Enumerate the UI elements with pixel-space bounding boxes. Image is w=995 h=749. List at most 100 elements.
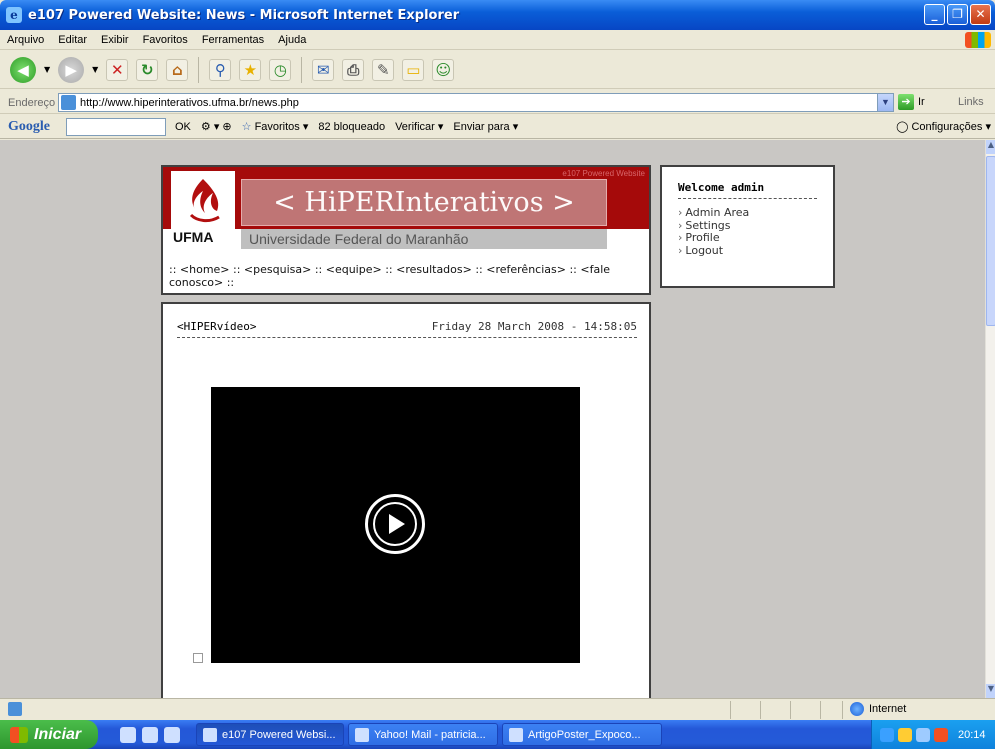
page-viewport: e107 Powered Website UFMA < HiPERInterat…	[0, 140, 985, 698]
mail-button[interactable]: ✉	[312, 58, 335, 81]
chevron-right-icon: ›	[678, 243, 683, 257]
favorites-star-button[interactable]: ★	[239, 58, 262, 81]
clock[interactable]: 20:14	[958, 729, 986, 741]
network-icon[interactable]	[880, 727, 894, 742]
task-label: ArtigoPoster_Expoco...	[528, 728, 641, 741]
menu-ajuda[interactable]: Ajuda	[271, 34, 313, 46]
google-logo[interactable]: Google	[0, 119, 66, 135]
page-icon	[61, 95, 76, 110]
windows-flag-icon	[10, 726, 28, 743]
forward-dropdown-icon[interactable]: ▼	[92, 65, 98, 74]
chevron-right-icon: ›	[678, 218, 683, 232]
back-button[interactable]: ◀	[10, 56, 36, 83]
logout-link[interactable]: › Logout	[678, 243, 817, 258]
print-button[interactable]: ⎙	[342, 58, 365, 81]
task-yahoo-mail[interactable]: Yahoo! Mail - patricia...	[348, 723, 498, 746]
back-dropdown-icon[interactable]: ▼	[44, 65, 50, 74]
admin-area-label: Admin Area	[685, 206, 750, 219]
start-label: Iniciar	[34, 725, 82, 743]
site-header: e107 Powered Website UFMA < HiPERInterat…	[161, 165, 651, 295]
task-label: e107 Powered Websi...	[222, 728, 336, 741]
window-controls: _ ❐ ✕	[924, 4, 991, 25]
edit-button[interactable]: ✎	[372, 58, 395, 81]
links-button[interactable]: Links	[958, 96, 984, 108]
news-title[interactable]: <HIPERvídeo>	[177, 320, 256, 333]
media-quicklaunch-icon[interactable]	[164, 726, 180, 743]
globe-icon	[850, 702, 864, 716]
site-subtitle: Universidade Federal do Maranhão	[241, 229, 607, 249]
profile-label: Profile	[685, 231, 720, 244]
news-header: <HIPERvídeo> Friday 28 March 2008 - 14:5…	[177, 320, 637, 338]
refresh-button[interactable]: ↻	[136, 58, 159, 81]
menu-exibir[interactable]: Exibir	[94, 34, 136, 46]
taskbar: Iniciar e107 Powered Websi... Yahoo! Mai…	[0, 720, 995, 749]
close-button[interactable]: ✕	[970, 4, 991, 25]
address-url: http://www.hiperinterativos.ufma.br/news…	[80, 96, 299, 109]
spellcheck-button[interactable]: Verificar ▾	[395, 120, 443, 133]
menu-arquivo[interactable]: Arquivo	[0, 34, 51, 46]
scroll-up-icon[interactable]: ▲	[986, 140, 995, 154]
go-button[interactable]: ➔ Ir	[898, 94, 925, 110]
menu-favoritos[interactable]: Favoritos	[136, 34, 195, 46]
site-title[interactable]: < HiPERInterativos >	[241, 179, 607, 226]
user-menu-box: Welcome admin › Admin Area › Settings › Pro…	[660, 165, 835, 288]
menu-editar[interactable]: Editar	[51, 34, 94, 46]
ie-quicklaunch-icon[interactable]	[120, 726, 136, 743]
address-dropdown-icon[interactable]: ▼	[877, 94, 893, 111]
site-navigation[interactable]: :: <home> :: <pesquisa> :: <equipe> :: <…	[169, 263, 645, 289]
discuss-button[interactable]: ▭	[402, 58, 425, 81]
settings-label: Configurações	[911, 121, 983, 133]
verificar-label: Verificar	[395, 121, 435, 133]
logout-label: Logout	[685, 243, 724, 257]
scroll-thumb[interactable]	[986, 156, 995, 326]
favoritos-button[interactable]: ☆ Favoritos ▾	[242, 120, 309, 133]
scroll-down-icon[interactable]: ▼	[986, 684, 995, 698]
security-zone[interactable]: Internet	[850, 702, 906, 716]
news-item: <HIPERvídeo> Friday 28 March 2008 - 14:5…	[161, 302, 651, 698]
chevron-right-icon: ›	[678, 206, 683, 219]
google-ok-button[interactable]: OK	[175, 121, 191, 133]
zone-label: Internet	[869, 703, 907, 715]
minimize-button[interactable]: _	[924, 4, 945, 25]
window-titlebar[interactable]: e e107 Powered Website: News - Microsoft…	[0, 0, 995, 30]
play-icon-ring	[373, 502, 417, 546]
standard-toolbar: ◀ ▼ ▶ ▼ ✕ ↻ ⌂ ⚲ ★ ◷ ✉ ⎙ ✎ ▭ ☺	[0, 51, 995, 89]
google-toolbar: Google OK ⚙ ▾ ⊕ ☆ Favoritos ▾ 82 bloquea…	[0, 115, 995, 139]
task-ie-window[interactable]: e107 Powered Websi...	[196, 723, 344, 746]
toolbar-separator	[198, 56, 200, 83]
ufma-logo[interactable]: UFMA	[171, 171, 235, 251]
messenger-tray-icon[interactable]	[916, 727, 930, 742]
powered-credit: e107 Powered Website	[562, 169, 645, 178]
video-player[interactable]	[211, 387, 580, 663]
status-divider	[820, 701, 821, 719]
start-button[interactable]: Iniciar	[0, 720, 98, 749]
forward-button[interactable]: ▶	[58, 56, 85, 83]
search-button[interactable]: ⚲	[209, 58, 232, 81]
vertical-scrollbar[interactable]: ▲ ▼	[985, 140, 995, 698]
tray-app-icon[interactable]	[934, 727, 948, 742]
enviar-label: Enviar para	[453, 121, 510, 133]
security-shield-icon[interactable]	[898, 727, 912, 742]
settings-button[interactable]: ◯ Configurações ▾	[896, 120, 991, 133]
task-word-document[interactable]: ArtigoPoster_Expoco...	[502, 723, 662, 746]
google-search-input[interactable]	[66, 117, 166, 136]
checkbox[interactable]	[193, 653, 203, 663]
popup-blocker-button[interactable]: 82 bloqueado	[318, 121, 385, 133]
menu-ferramentas[interactable]: Ferramentas	[195, 34, 271, 46]
window-title: e107 Powered Website: News - Microsoft I…	[28, 7, 460, 23]
ie-alt-quicklaunch-icon[interactable]	[142, 726, 158, 743]
status-divider	[790, 701, 791, 719]
play-icon[interactable]	[365, 494, 425, 554]
maximize-button[interactable]: ❐	[947, 4, 968, 25]
messenger-button[interactable]: ☺	[432, 58, 455, 81]
google-tools-icons[interactable]: ⚙ ▾ ⊕	[201, 120, 232, 133]
ie-task-icon	[203, 727, 217, 742]
address-input[interactable]: http://www.hiperinterativos.ufma.br/news…	[58, 93, 894, 112]
history-button[interactable]: ◷	[269, 58, 292, 81]
home-button[interactable]: ⌂	[166, 58, 189, 81]
status-divider	[730, 701, 731, 719]
menu-bar: Arquivo Editar Exibir Favoritos Ferramen…	[0, 30, 995, 50]
send-to-button[interactable]: Enviar para ▾	[453, 120, 518, 133]
flame-icon	[189, 179, 220, 223]
stop-button[interactable]: ✕	[106, 58, 129, 81]
